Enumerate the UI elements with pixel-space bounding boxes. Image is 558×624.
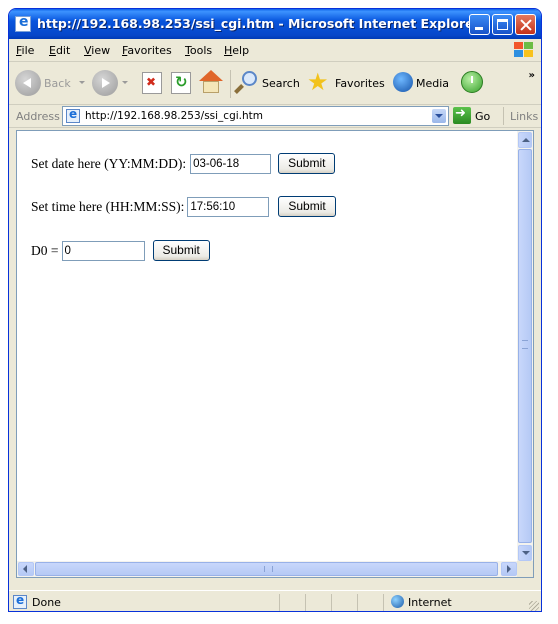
close-button[interactable] [515,14,536,35]
close-icon [516,15,535,34]
date-label: Set date here (YY:MM:DD): [31,155,187,171]
status-bar: Done Internet [9,590,541,611]
go-button[interactable]: Go [475,110,490,123]
time-label: Set time here (HH:MM:SS): [31,198,185,214]
favorites-button[interactable]: Favorites [335,77,385,90]
menu-help[interactable]: Help [224,44,249,57]
media-icon[interactable] [393,72,413,92]
refresh-icon[interactable] [171,72,191,94]
d0-label: D0 = [31,242,59,258]
maximize-icon [493,15,512,34]
window-title: http://192.168.98.253/ssi_cgi.htm - Micr… [37,16,480,31]
menu-tools[interactable]: Tools [185,44,212,57]
vertical-scrollbar[interactable] [517,131,533,561]
favorites-star-icon[interactable]: ★ [307,70,329,94]
status-divider [331,594,332,611]
address-label: Address [16,110,60,123]
search-button[interactable]: Search [262,77,300,90]
scroll-up-icon[interactable] [518,132,532,148]
scroll-corner [517,561,533,577]
date-input[interactable]: 03-06-18 [190,153,272,174]
d0-submit-button[interactable]: Submit [152,240,210,261]
status-divider [279,594,280,611]
browser-window: http://192.168.98.253/ssi_cgi.htm - Micr… [8,8,542,612]
back-label[interactable]: Back [44,77,71,90]
address-input[interactable]: http://192.168.98.253/ssi_cgi.htm [62,106,449,126]
horizontal-scroll-thumb[interactable] [35,562,498,576]
status-text: Done [32,596,61,609]
address-dropdown-icon[interactable] [432,109,446,123]
address-url[interactable]: http://192.168.98.253/ssi_cgi.htm [85,110,263,122]
status-divider [305,594,306,611]
page-status-icon [13,593,27,609]
maximize-button[interactable] [492,14,513,35]
go-arrow-icon[interactable] [453,106,471,124]
home-icon[interactable] [199,70,223,94]
status-divider [383,594,384,611]
address-bar: Address http://192.168.98.253/ssi_cgi.ht… [9,105,541,128]
scroll-left-icon[interactable] [18,562,34,576]
horizontal-scrollbar[interactable] [17,561,517,577]
forward-dropdown-icon[interactable] [122,81,128,84]
resize-grip-icon[interactable] [529,601,539,611]
toolbar-overflow-chevron-icon[interactable]: » [529,70,535,81]
security-zone-label: Internet [408,596,452,609]
page-content: Set date here (YY:MM:DD): 03-06-18 Submit … [16,130,534,578]
menu-view[interactable]: View [84,44,110,57]
page-icon [66,107,80,123]
search-icon[interactable] [234,71,259,95]
media-button[interactable]: Media [416,77,449,90]
scroll-right-icon[interactable] [501,562,517,576]
menu-favorites[interactable]: Favorites [122,44,172,57]
time-input[interactable]: 17:56:10 [187,196,270,217]
vertical-scroll-thumb[interactable] [518,149,532,543]
toolbar-separator [230,70,231,98]
internet-zone-globe-icon [391,595,404,608]
windows-logo-icon [513,41,535,59]
menu-edit[interactable]: Edit [49,44,70,57]
history-icon[interactable] [461,71,483,93]
ie-icon [15,14,31,32]
back-dropdown-icon[interactable] [79,81,85,84]
links-button[interactable]: Links [510,110,538,123]
menu-bar: File Edit View Favorites Tools Help [9,39,541,62]
standard-toolbar: Back Search ★ Favorites Media » [9,62,541,105]
d0-input[interactable]: 0 [61,240,145,261]
scroll-down-icon[interactable] [518,545,532,561]
minimize-icon [470,15,489,34]
title-bar[interactable]: http://192.168.98.253/ssi_cgi.htm - Micr… [9,9,541,39]
forward-button[interactable] [92,70,118,96]
stop-icon[interactable] [142,72,162,94]
links-separator [503,107,504,125]
menu-file[interactable]: File [16,44,34,57]
date-submit-button[interactable]: Submit [278,153,336,174]
time-submit-button[interactable]: Submit [278,196,336,217]
date-form-row: Set date here (YY:MM:DD): 03-06-18 Submit [31,153,336,174]
d0-form-row: D0 = 0 Submit [31,240,210,261]
back-button[interactable] [15,70,41,96]
minimize-button[interactable] [469,14,490,35]
status-divider [357,594,358,611]
time-form-row: Set time here (HH:MM:SS): 17:56:10 Submit [31,196,336,217]
